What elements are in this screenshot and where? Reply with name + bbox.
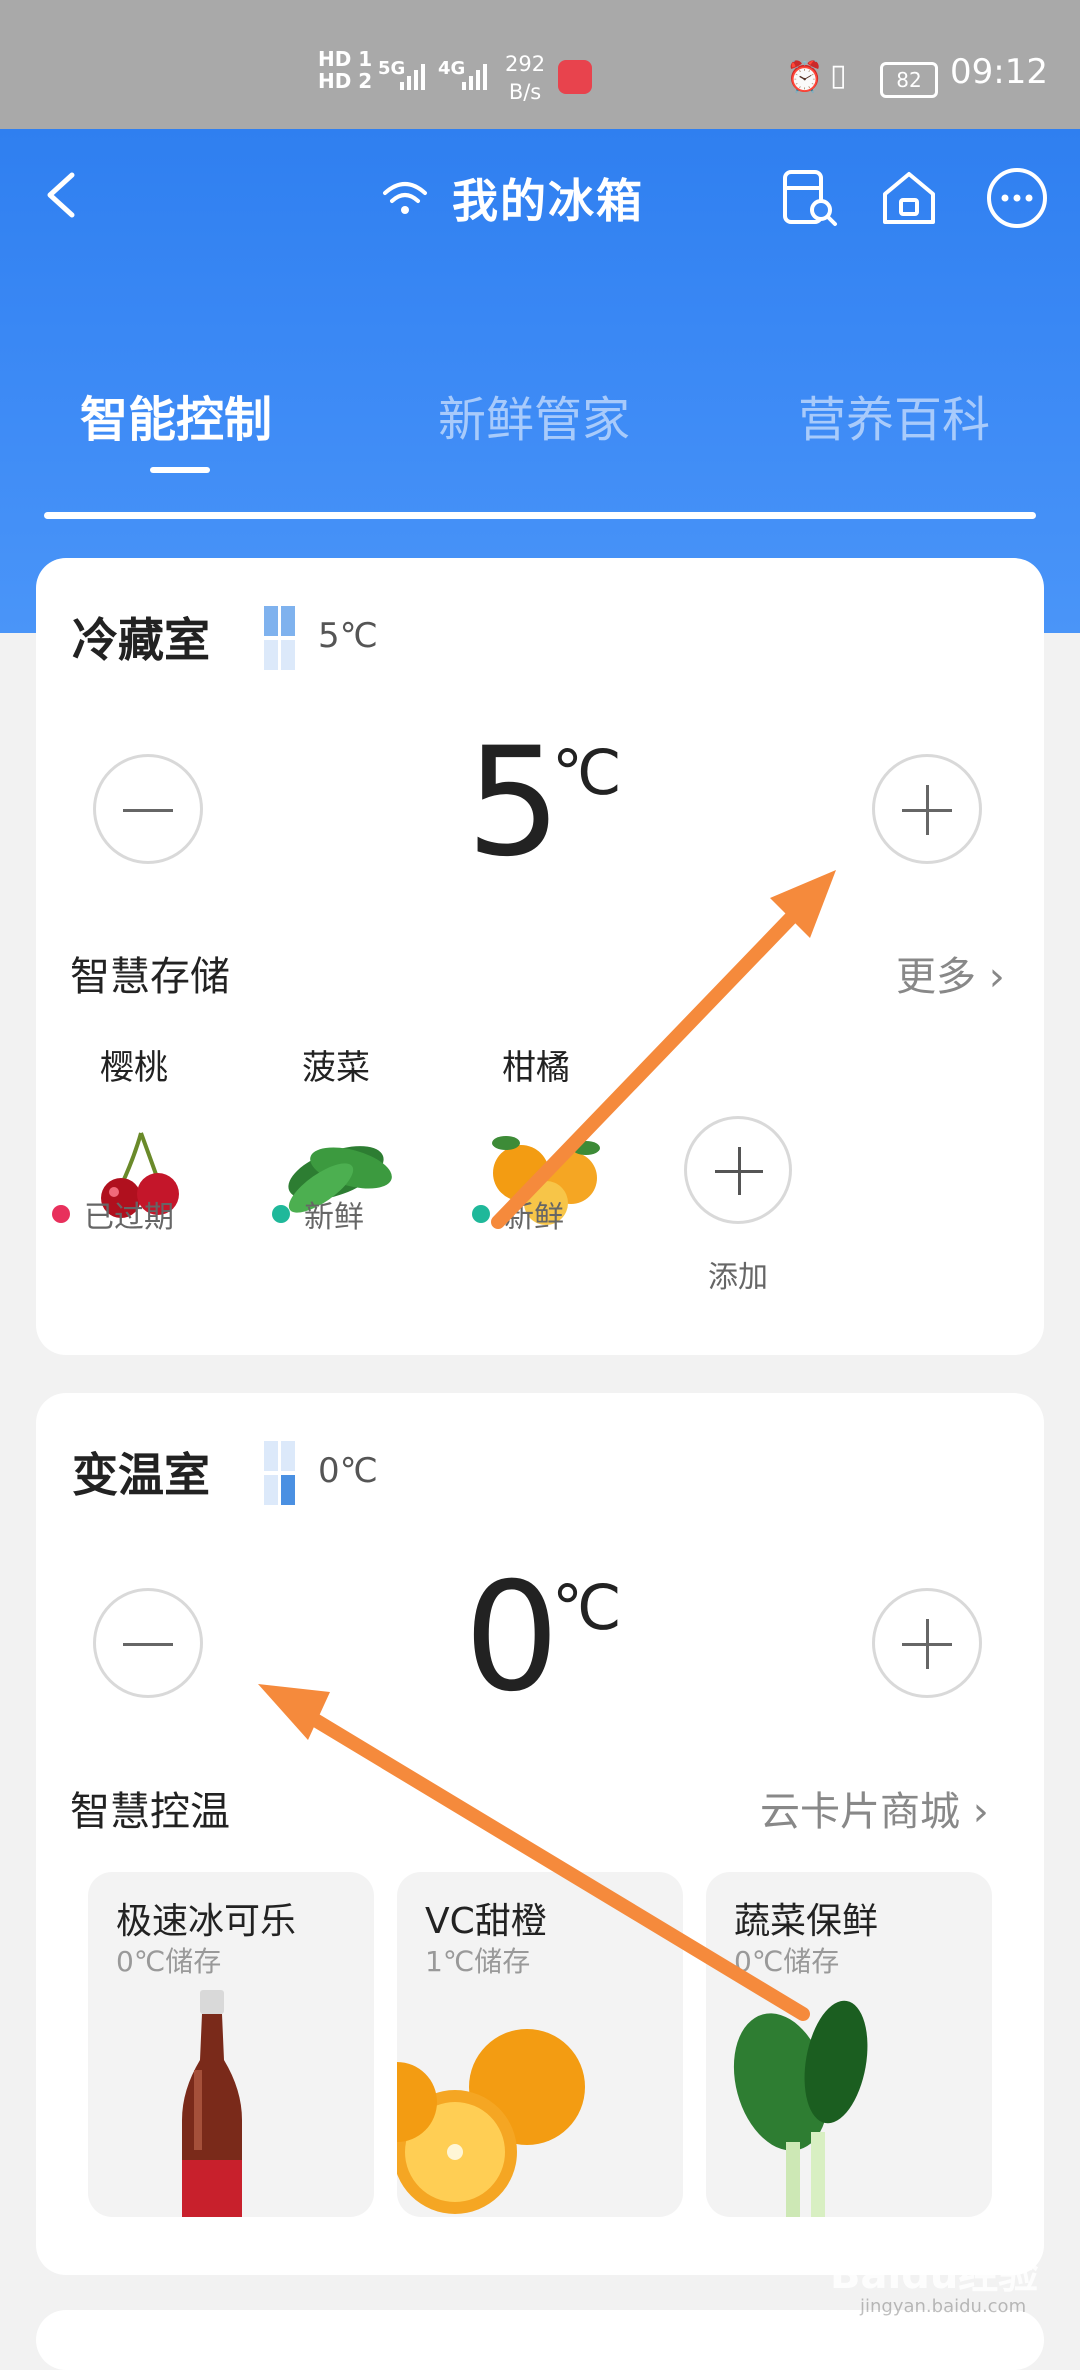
- add-food-button[interactable]: [684, 1116, 792, 1224]
- food-name-spinach: 菠菜: [302, 1048, 370, 1088]
- tab-fresh-manager[interactable]: 新鲜管家: [438, 380, 630, 450]
- food-status-orange: 新鲜: [472, 1192, 564, 1236]
- tile-sub: 0℃储存: [734, 1945, 840, 1978]
- smart-temp-title: 智慧控温: [70, 1789, 230, 1835]
- fridge-title: 冷藏室: [72, 613, 210, 667]
- watermark-logo: Baidu经验: [830, 2252, 1039, 2298]
- preset-tile-vegetable[interactable]: 蔬菜保鲜 0℃储存: [706, 1872, 992, 2217]
- preset-tile-cola[interactable]: 极速冰可乐 0℃储存: [88, 1872, 374, 2217]
- signal-bars-icon: [400, 64, 425, 90]
- fridge-small-temp: 5℃: [318, 616, 378, 656]
- smart-storage-title: 智慧存储: [70, 954, 230, 1000]
- food-status-cherry: 已过期: [52, 1192, 174, 1236]
- vibrate-icon: ▯: [830, 58, 847, 93]
- tile-name: 极速冰可乐: [116, 1901, 297, 1942]
- header-divider: [44, 512, 1036, 519]
- tab-smart-control[interactable]: 智能控制: [80, 380, 272, 450]
- tile-sub: 1℃储存: [425, 1945, 531, 1978]
- home-icon[interactable]: [877, 166, 941, 230]
- more-icon[interactable]: [985, 166, 1049, 230]
- status-dot-expired: [52, 1205, 70, 1223]
- fridge-temp-unit: ℃: [552, 736, 622, 809]
- page-title: 我的冰箱: [452, 174, 644, 228]
- bok-choy-image: [733, 2000, 868, 2217]
- tab-bar: 智能控制 新鲜管家 营养百科: [0, 360, 1080, 460]
- back-arrow-icon[interactable]: [34, 165, 94, 225]
- food-status-spinach: 新鲜: [272, 1192, 364, 1236]
- wifi-icon: [383, 182, 427, 214]
- fridge-increase-button[interactable]: [872, 754, 982, 864]
- network-speed: 292 B/s: [505, 52, 546, 104]
- fridge-search-icon[interactable]: [777, 166, 841, 230]
- fridge-temp-value: 5: [466, 716, 562, 890]
- tile-sub: 0℃储存: [116, 1945, 222, 1978]
- status-dot-fresh: [472, 1205, 490, 1223]
- compartment-icon: [264, 1441, 296, 1505]
- fridge-card: 冷藏室 5℃ 5 ℃ 智慧存储 更多 › 樱桃 菠菜 柑橘 已过期 新鲜 新鲜 …: [36, 558, 1044, 1355]
- status-bar: HD 1 HD 2 5G 4G 292 B/s ⏰ ▯ 82 09:12: [0, 0, 1080, 129]
- clock: 09:12: [950, 52, 1048, 92]
- variable-temp-value: 0: [464, 1551, 560, 1725]
- variable-small-temp: 0℃: [318, 1451, 378, 1491]
- tile-name: VC甜橙: [425, 1901, 547, 1942]
- add-food-label: 添加: [708, 1260, 768, 1295]
- sim-indicator: HD 1 HD 2: [318, 47, 373, 93]
- next-card: [36, 2310, 1044, 2370]
- more-link[interactable]: 更多 ›: [896, 944, 1005, 1002]
- variable-temp-unit: ℃: [552, 1571, 622, 1644]
- battery-icon: 82: [880, 62, 938, 98]
- fridge-decrease-button[interactable]: [93, 754, 203, 864]
- preset-tile-orange[interactable]: VC甜橙 1℃储存: [397, 1872, 683, 2217]
- alarm-icon: ⏰: [786, 60, 824, 95]
- tab-indicator: [150, 467, 210, 473]
- app-notification-icon: [558, 60, 592, 94]
- food-name-cherry: 樱桃: [100, 1048, 168, 1088]
- compartment-icon: [264, 606, 296, 670]
- header-title-group: 我的冰箱: [380, 163, 644, 233]
- variable-increase-button[interactable]: [872, 1588, 982, 1698]
- orange-slice-image: [397, 2029, 585, 2214]
- signal-bars-icon: [462, 64, 487, 90]
- tile-name: 蔬菜保鲜: [734, 1901, 879, 1942]
- food-name-orange: 柑橘: [502, 1048, 570, 1088]
- variable-decrease-button[interactable]: [93, 1588, 203, 1698]
- status-dot-fresh: [272, 1205, 290, 1223]
- watermark-url: jingyan.baidu.com: [860, 2296, 1027, 2317]
- tab-nutrition[interactable]: 营养百科: [798, 380, 990, 450]
- cola-bottle-image: [182, 1990, 242, 2217]
- variable-title: 变温室: [72, 1448, 210, 1502]
- cloud-card-store-link[interactable]: 云卡片商城 ›: [760, 1779, 989, 1837]
